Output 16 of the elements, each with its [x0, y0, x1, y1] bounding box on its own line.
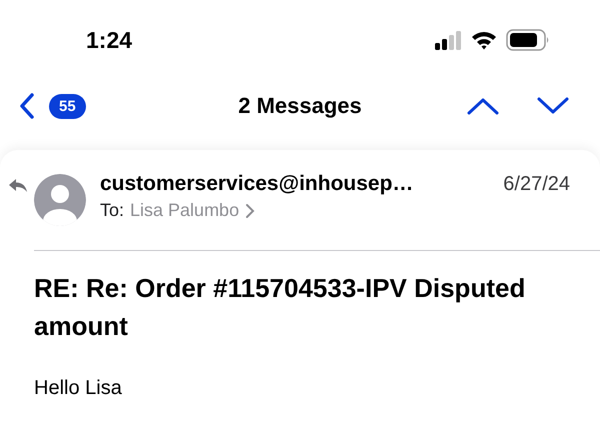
wifi-icon [471, 30, 497, 50]
message-body: Hello Lisa [33, 376, 123, 400]
nav-title: 2 Messages [238, 93, 362, 119]
message-subject: RE: Re: Order #115704533-IPV Disputed amount [33, 272, 526, 343]
signal-icon [434, 30, 462, 50]
status-time: 1:24 [86, 26, 132, 54]
chevron-down-icon[interactable] [536, 96, 570, 116]
battery-icon [506, 29, 550, 51]
unread-count-badge[interactable]: 55 [49, 94, 86, 118]
chevron-up-icon[interactable] [466, 96, 500, 116]
chevron-right-icon[interactable] [245, 202, 256, 218]
avatar-icon [34, 174, 86, 226]
message-date: 6/27/24 [503, 173, 570, 196]
sender-address: customerservices@inhousep… [100, 172, 414, 196]
back-icon[interactable] [18, 92, 36, 120]
to-label: To: [100, 200, 124, 221]
